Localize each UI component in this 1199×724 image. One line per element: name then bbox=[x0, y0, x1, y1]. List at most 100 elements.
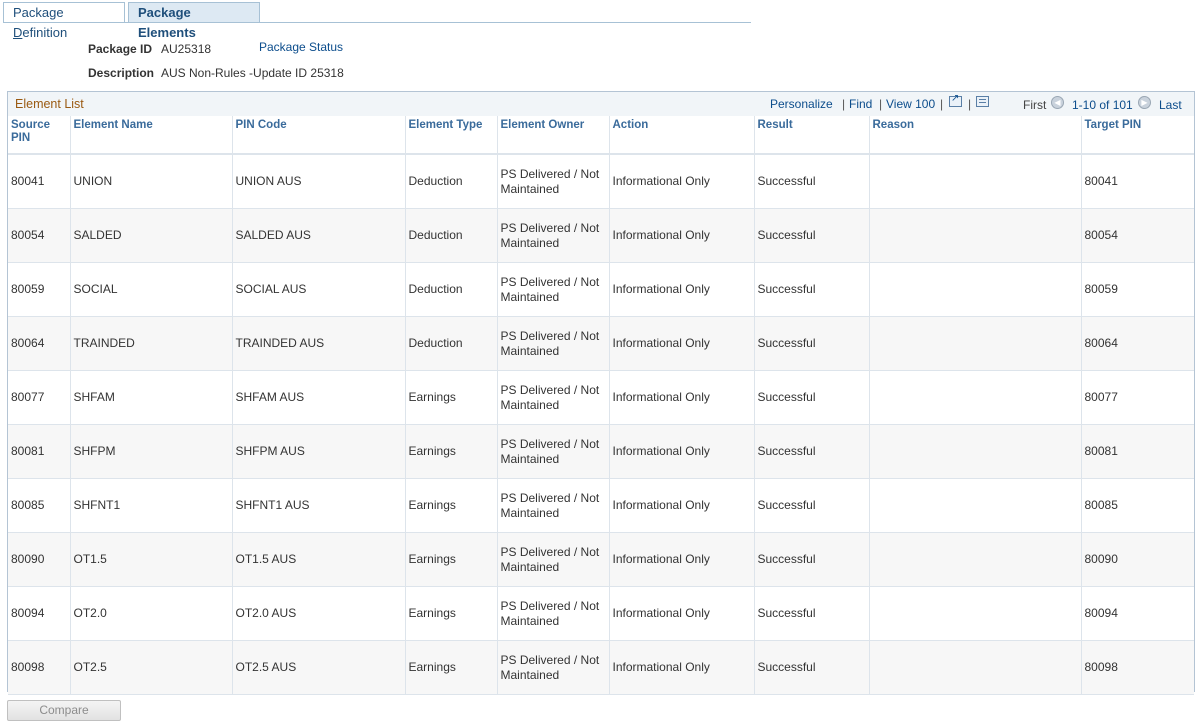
table-row: 80054 SALDED SALDED AUS Deduction PS Del… bbox=[8, 208, 1194, 263]
cell-action: Informational Only bbox=[609, 262, 755, 317]
table-row: 80085 SHFNT1 SHFNT1 AUS Earnings PS Deli… bbox=[8, 478, 1194, 533]
next-arrow-icon[interactable]: ▶ bbox=[1138, 96, 1151, 109]
cell-action: Informational Only bbox=[609, 154, 755, 209]
cell-element-owner: PS Delivered / Not Maintained bbox=[497, 370, 610, 425]
table-row: 80090 OT1.5 OT1.5 AUS Earnings PS Delive… bbox=[8, 532, 1194, 587]
cell-element-type: Earnings bbox=[405, 640, 498, 695]
cell-element-owner: PS Delivered / Not Maintained bbox=[497, 262, 610, 317]
col-pin-code[interactable]: PIN Code bbox=[232, 116, 406, 155]
cell-result: Successful bbox=[754, 424, 870, 479]
tab-package-definition[interactable]: Package Definition bbox=[3, 2, 125, 40]
cell-action: Informational Only bbox=[609, 370, 755, 425]
col-element-name[interactable]: Element Name bbox=[70, 116, 233, 155]
download-spreadsheet-icon[interactable] bbox=[976, 96, 989, 107]
cell-target-pin: 80094 bbox=[1081, 586, 1194, 641]
cell-reason bbox=[869, 478, 1082, 533]
cell-source-pin: 80081 bbox=[8, 424, 71, 479]
cell-result: Successful bbox=[754, 370, 870, 425]
cell-target-pin: 80081 bbox=[1081, 424, 1194, 479]
separator: | bbox=[879, 97, 883, 111]
cell-result: Successful bbox=[754, 532, 870, 587]
cell-target-pin: 80041 bbox=[1081, 154, 1194, 209]
cell-reason bbox=[869, 424, 1082, 479]
col-target-pin[interactable]: Target PIN bbox=[1081, 116, 1194, 155]
compare-button[interactable]: Compare bbox=[7, 700, 121, 721]
table-row: 80041 UNION UNION AUS Deduction PS Deliv… bbox=[8, 154, 1194, 209]
cell-pin-code: OT1.5 AUS bbox=[232, 532, 406, 587]
cell-element-type: Earnings bbox=[405, 532, 498, 587]
cell-element-name: SALDED bbox=[70, 208, 233, 263]
cell-element-name: OT2.0 bbox=[70, 586, 233, 641]
col-source-pin[interactable]: Source PIN bbox=[8, 116, 71, 155]
cell-source-pin: 80090 bbox=[8, 532, 71, 587]
cell-element-name: UNION bbox=[70, 154, 233, 209]
separator: | bbox=[842, 97, 846, 111]
cell-source-pin: 80077 bbox=[8, 370, 71, 425]
personalize-link[interactable]: Personalize bbox=[770, 97, 833, 111]
cell-element-owner: PS Delivered / Not Maintained bbox=[497, 208, 610, 263]
cell-pin-code: UNION AUS bbox=[232, 154, 406, 209]
cell-reason bbox=[869, 154, 1082, 209]
cell-action: Informational Only bbox=[609, 316, 755, 371]
col-result[interactable]: Result bbox=[754, 116, 870, 155]
col-action[interactable]: Action bbox=[609, 116, 755, 155]
cell-target-pin: 80064 bbox=[1081, 316, 1194, 371]
col-element-type[interactable]: Element Type bbox=[405, 116, 498, 155]
last-link[interactable]: Last bbox=[1159, 98, 1182, 112]
view-100-link[interactable]: View 100 bbox=[886, 97, 935, 111]
cell-action: Informational Only bbox=[609, 640, 755, 695]
tab-label-accesskey: D bbox=[13, 25, 23, 40]
tab-package-elements[interactable]: Package Elements bbox=[128, 2, 260, 40]
table-row: 80059 SOCIAL SOCIAL AUS Deduction PS Del… bbox=[8, 262, 1194, 317]
table-row: 80094 OT2.0 OT2.0 AUS Earnings PS Delive… bbox=[8, 586, 1194, 641]
tab-label-post: efinition bbox=[22, 25, 68, 40]
cell-reason bbox=[869, 370, 1082, 425]
grid-title: Element List bbox=[15, 97, 84, 111]
package-id-label: Package ID bbox=[88, 42, 153, 56]
col-reason[interactable]: Reason bbox=[869, 116, 1082, 155]
cell-result: Successful bbox=[754, 262, 870, 317]
cell-source-pin: 80085 bbox=[8, 478, 71, 533]
zoom-grid-icon[interactable] bbox=[949, 93, 962, 107]
col-element-owner[interactable]: Element Owner bbox=[497, 116, 610, 155]
cell-element-name: OT2.5 bbox=[70, 640, 233, 695]
cell-reason bbox=[869, 532, 1082, 587]
cell-element-name: SHFPM bbox=[70, 424, 233, 479]
grid-header-bar: Element List Personalize | Find | View 1… bbox=[8, 92, 1194, 117]
cell-element-type: Earnings bbox=[405, 478, 498, 533]
cell-source-pin: 80098 bbox=[8, 640, 71, 695]
first-label: First bbox=[1023, 98, 1047, 112]
package-status-link[interactable]: Package Status bbox=[259, 40, 343, 54]
cell-element-name: SHFNT1 bbox=[70, 478, 233, 533]
cell-element-type: Deduction bbox=[405, 154, 498, 209]
cell-reason bbox=[869, 640, 1082, 695]
cell-pin-code: SALDED AUS bbox=[232, 208, 406, 263]
cell-target-pin: 80077 bbox=[1081, 370, 1194, 425]
cell-target-pin: 80085 bbox=[1081, 478, 1194, 533]
separator: | bbox=[968, 97, 972, 111]
cell-element-owner: PS Delivered / Not Maintained bbox=[497, 478, 610, 533]
cell-action: Informational Only bbox=[609, 586, 755, 641]
cell-reason bbox=[869, 262, 1082, 317]
cell-element-type: Deduction bbox=[405, 208, 498, 263]
cell-element-type: Earnings bbox=[405, 370, 498, 425]
cell-element-owner: PS Delivered / Not Maintained bbox=[497, 532, 610, 587]
cell-element-name: OT1.5 bbox=[70, 532, 233, 587]
cell-source-pin: 80059 bbox=[8, 262, 71, 317]
cell-action: Informational Only bbox=[609, 424, 755, 479]
cell-reason bbox=[869, 316, 1082, 371]
cell-element-name: SHFAM bbox=[70, 370, 233, 425]
column-header-row: Source PIN Element Name PIN Code Element… bbox=[8, 116, 1194, 155]
cell-element-owner: PS Delivered / Not Maintained bbox=[497, 586, 610, 641]
description-value: AUS Non-Rules -Update ID 25318 bbox=[161, 66, 344, 80]
cell-source-pin: 80054 bbox=[8, 208, 71, 263]
cell-element-owner: PS Delivered / Not Maintained bbox=[497, 424, 610, 479]
cell-source-pin: 80094 bbox=[8, 586, 71, 641]
find-link[interactable]: Find bbox=[849, 97, 872, 111]
cell-pin-code: SHFAM AUS bbox=[232, 370, 406, 425]
element-list-grid: Element List Personalize | Find | View 1… bbox=[7, 91, 1195, 695]
cell-element-owner: PS Delivered / Not Maintained bbox=[497, 154, 610, 209]
table-row: 80064 TRAINDED TRAINDED AUS Deduction PS… bbox=[8, 316, 1194, 371]
cell-result: Successful bbox=[754, 586, 870, 641]
cell-action: Informational Only bbox=[609, 208, 755, 263]
